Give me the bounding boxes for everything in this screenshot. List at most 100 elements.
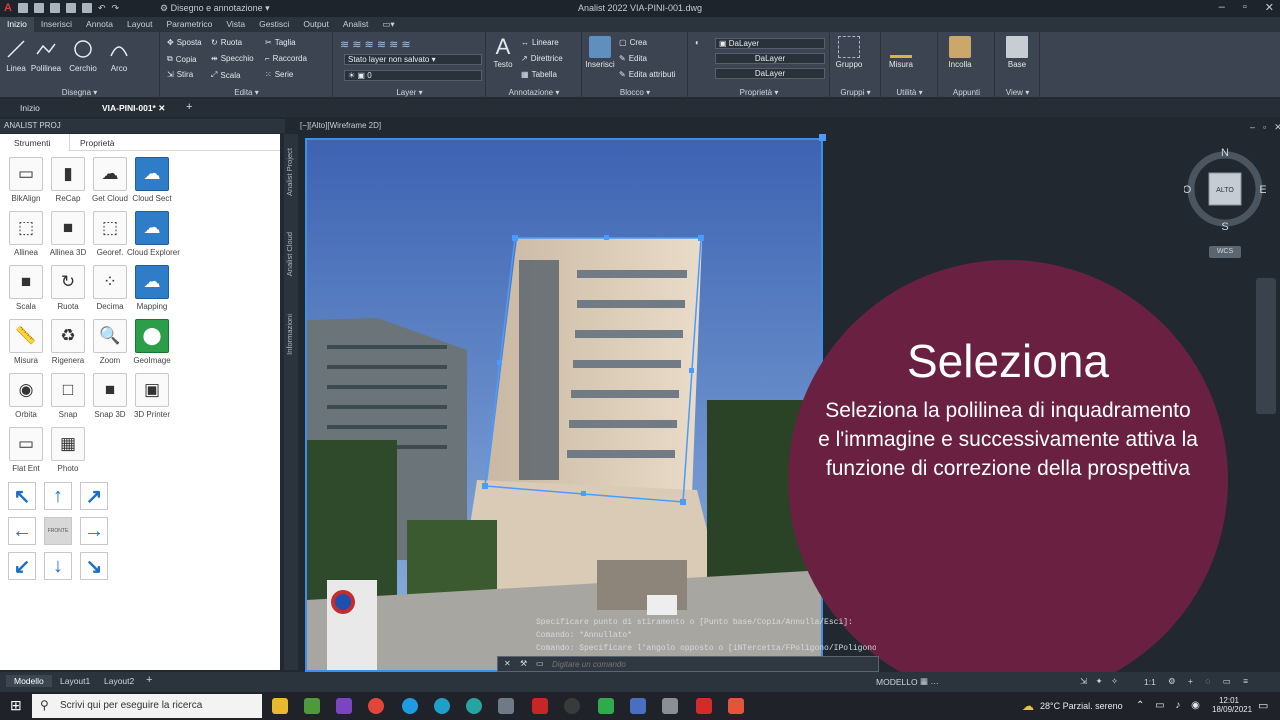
- tab-drawing[interactable]: VIA-PINI-001* ✕: [84, 103, 183, 114]
- linear-dim-button[interactable]: ↔ Lineare: [521, 38, 559, 47]
- tool-cloud-sect[interactable]: ☁ Cloud Sect: [127, 157, 177, 203]
- insert-block-button[interactable]: Inserisci: [585, 36, 615, 69]
- table-button[interactable]: ▦ Tabella: [521, 70, 557, 79]
- github-icon[interactable]: [564, 698, 580, 714]
- app-doc-icon[interactable]: [630, 698, 646, 714]
- group-button[interactable]: Gruppo: [833, 36, 865, 69]
- front-view-button[interactable]: FRONTE: [44, 517, 72, 545]
- create-block-button[interactable]: ▢ Crea: [619, 38, 647, 47]
- close-command-icon[interactable]: ✕: [504, 659, 511, 668]
- viewport-minimize-icon[interactable]: –: [1250, 122, 1255, 133]
- taskbar-search[interactable]: ⚲ Scrivi qui per eseguire la ricerca: [32, 694, 262, 718]
- arc-button[interactable]: Arco: [106, 38, 132, 73]
- panel-title-gruppi[interactable]: Gruppi ▾: [831, 88, 880, 97]
- app-window-icon[interactable]: [662, 698, 678, 714]
- tool-photo[interactable]: ▦ Photo: [43, 427, 93, 473]
- tab-home[interactable]: Inizio: [20, 103, 40, 113]
- palette-tab-strumenti[interactable]: Strumenti: [0, 134, 70, 151]
- tab-layout2[interactable]: Layout2: [104, 676, 134, 686]
- trim-button[interactable]: ✂ Taglia: [265, 38, 296, 47]
- tab-gestisci[interactable]: Gestisci: [252, 17, 296, 32]
- scale-button[interactable]: ⤢ Scala: [211, 70, 240, 80]
- match-properties-icon[interactable]: ◐: [695, 38, 700, 47]
- new-tab-icon[interactable]: +: [186, 101, 192, 113]
- arrow-up-left-icon[interactable]: ↖: [8, 482, 36, 510]
- layer-current-combo[interactable]: ☀ ▣ 0: [344, 70, 482, 81]
- arduino-icon[interactable]: [466, 698, 482, 714]
- paste-button[interactable]: Incolla: [943, 36, 977, 69]
- tool-geoimage[interactable]: ⬤ GeoImage: [127, 319, 177, 365]
- arrow-down-left-icon[interactable]: ↙: [8, 552, 36, 580]
- chrome-icon[interactable]: [368, 698, 384, 714]
- tab-layout[interactable]: Layout: [120, 17, 160, 32]
- panel-title-edita[interactable]: Edita ▾: [161, 88, 332, 97]
- tab-inserisci[interactable]: Inserisci: [34, 17, 79, 32]
- side-tab-info[interactable]: Informazioni: [285, 314, 294, 355]
- panel-title-blocco[interactable]: Blocco ▾: [583, 88, 687, 97]
- measure-button[interactable]: Misura: [886, 36, 916, 69]
- base-view-button[interactable]: Base: [1000, 36, 1034, 69]
- array-button[interactable]: ⁙ Serie: [265, 70, 293, 79]
- grid-icon[interactable]: ▦ …: [920, 676, 939, 687]
- linetype-combo[interactable]: DaLayer: [715, 53, 825, 64]
- app-tools-icon[interactable]: [498, 698, 514, 714]
- compass-south[interactable]: S: [1221, 221, 1228, 230]
- app-c-green-icon[interactable]: [598, 698, 614, 714]
- viewcube-compass[interactable]: ALTO N S E O: [1184, 148, 1266, 230]
- arrow-down-right-icon[interactable]: ↘: [80, 552, 108, 580]
- analist-app-icon[interactable]: [696, 698, 712, 714]
- viewcube-top-face[interactable]: ALTO: [1216, 187, 1234, 194]
- raster-image[interactable]: [305, 138, 823, 672]
- tool-cloud-explorer[interactable]: ☁ Cloud Explorer: [127, 211, 180, 257]
- layer-state-combo[interactable]: Stato layer non salvato ▾: [344, 54, 482, 65]
- tab-analist[interactable]: Analist: [336, 17, 376, 32]
- app-c-orange-icon[interactable]: [728, 698, 744, 714]
- color-combo[interactable]: ▣ DaLayer: [715, 38, 825, 49]
- compass-west[interactable]: O: [1184, 184, 1192, 196]
- tray-icons[interactable]: ⌃ ▭ ♪ ◉: [1136, 700, 1204, 711]
- model-space-toggle[interactable]: MODELLO: [876, 677, 918, 687]
- viewport-restore-icon[interactable]: ▫: [1263, 122, 1266, 133]
- viewport-controls[interactable]: [−][Alto][Wireframe 2D]: [300, 121, 381, 130]
- annotation-tools-icon[interactable]: ⇲ ✦ ✧: [1080, 676, 1121, 687]
- wcs-menu[interactable]: WCS: [1209, 246, 1241, 258]
- move-button[interactable]: ✥ Sposta: [167, 38, 202, 47]
- arrow-up-right-icon[interactable]: ↗: [80, 482, 108, 510]
- layer-tools-icon[interactable]: ≋ ≋ ≋ ≋ ≋ ≋: [340, 38, 411, 51]
- weather-text[interactable]: 28°C Parzial. sereno: [1040, 701, 1123, 711]
- tab-layout1[interactable]: Layout1: [60, 676, 90, 686]
- status-settings-icons[interactable]: ⚙ + ◌ ▭ ≡: [1168, 676, 1253, 687]
- tool-mapping[interactable]: ☁ Mapping: [127, 265, 177, 311]
- compass-east[interactable]: E: [1259, 184, 1266, 196]
- tab-output[interactable]: Output: [296, 17, 336, 32]
- arrow-right-icon[interactable]: →: [80, 517, 108, 545]
- navigation-bar[interactable]: [1256, 278, 1276, 414]
- skype-icon[interactable]: [402, 698, 418, 714]
- arrow-down-icon[interactable]: ↓: [44, 552, 72, 580]
- edit-block-button[interactable]: ✎ Edita: [619, 54, 647, 63]
- tab-model[interactable]: Modello: [6, 675, 52, 687]
- panel-title-utilita[interactable]: Utilità ▾: [882, 88, 937, 97]
- side-tab-project[interactable]: Analist Project: [285, 148, 294, 196]
- image-grip-handle[interactable]: [819, 134, 826, 141]
- line-button[interactable]: Linea: [4, 38, 28, 73]
- mirror-button[interactable]: ⇹ Specchio: [211, 54, 254, 63]
- panel-title-proprieta[interactable]: Proprietà ▾: [689, 88, 829, 97]
- viewport-close-icon[interactable]: ✕: [1274, 122, 1280, 133]
- panel-title-view[interactable]: View ▾: [996, 88, 1039, 97]
- polyline-button[interactable]: Polilinea: [30, 38, 62, 73]
- rotate-button[interactable]: ↻ Ruota: [211, 38, 242, 47]
- command-input[interactable]: [552, 658, 872, 670]
- selection-polyline[interactable]: [307, 140, 823, 672]
- minimize-icon[interactable]: –: [1219, 1, 1225, 14]
- arrow-up-icon[interactable]: ↑: [44, 482, 72, 510]
- palette-tab-proprieta[interactable]: Proprietà: [80, 138, 115, 148]
- tab-parametrico[interactable]: Parametrico: [160, 17, 220, 32]
- annotation-scale[interactable]: 1:1: [1144, 677, 1156, 687]
- tool-3d-printer[interactable]: ▣ 3D Printer: [127, 373, 177, 419]
- customize-command-icon[interactable]: ⚒: [520, 659, 527, 668]
- file-explorer-icon[interactable]: [272, 698, 288, 714]
- text-button[interactable]: A Testo: [491, 36, 515, 70]
- panel-title-layer[interactable]: Layer ▾: [334, 88, 485, 97]
- app-green-icon[interactable]: [304, 698, 320, 714]
